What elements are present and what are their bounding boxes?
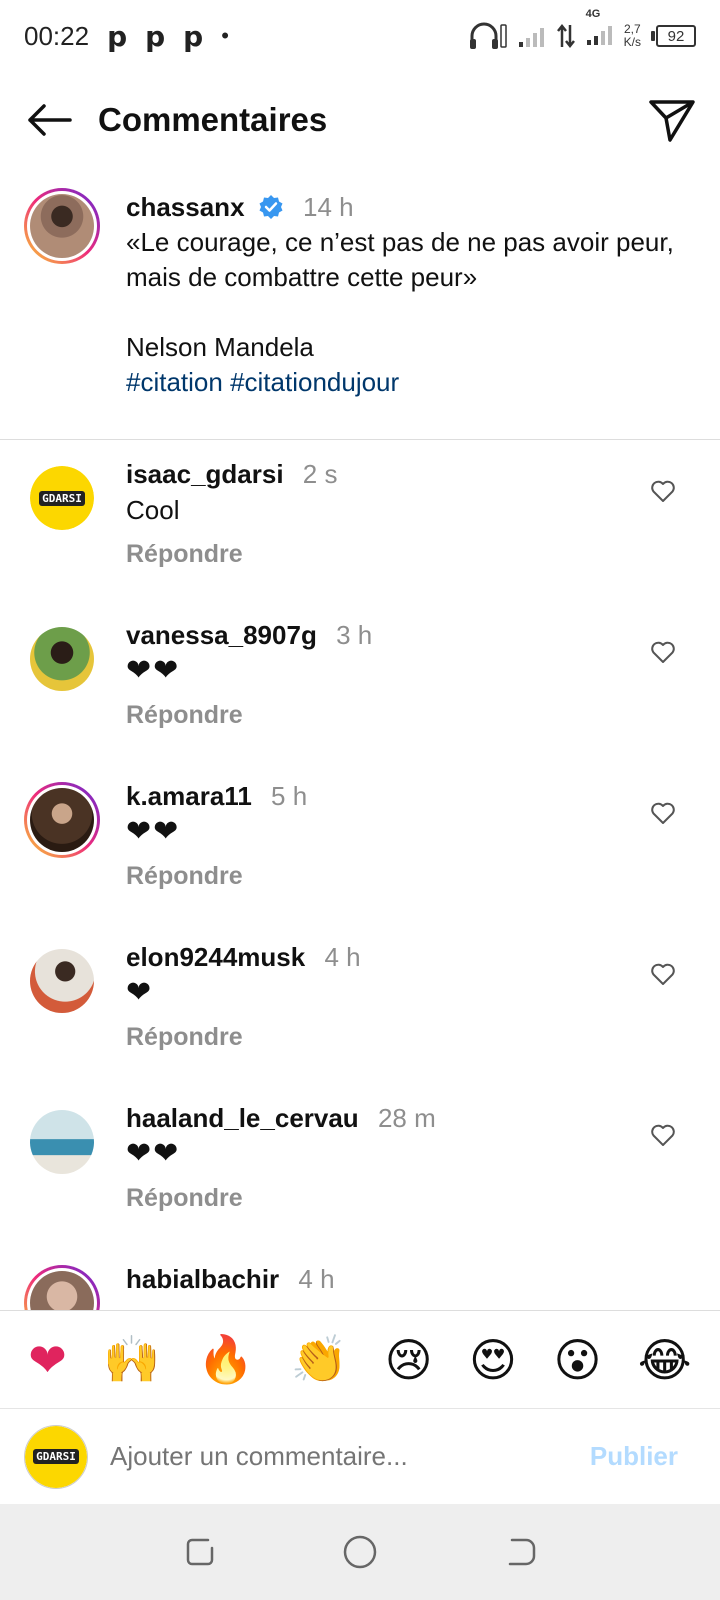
- comment-time: 2 s: [302, 459, 338, 489]
- avatar[interactable]: [24, 782, 100, 858]
- avatar[interactable]: [30, 627, 94, 691]
- emoji-laughing-button[interactable]: 😂: [638, 1333, 692, 1387]
- system-nav-bar: [0, 1504, 720, 1600]
- header: Commentaires: [0, 80, 720, 160]
- post-caption: chassanx 14 h «Le courage, ce n’est pas …: [0, 180, 720, 440]
- comment-time: 4 h: [298, 1264, 335, 1294]
- add-comment-bar: GDARSI Publier: [0, 1408, 720, 1504]
- heart-icon[interactable]: [650, 478, 676, 504]
- avatar[interactable]: GDARSI: [30, 466, 94, 530]
- verified-badge-icon: [259, 195, 283, 219]
- reply-button[interactable]: Répondre: [126, 1180, 626, 1216]
- comment-username[interactable]: k.amara11: [126, 781, 252, 811]
- caption-username[interactable]: chassanx: [126, 192, 245, 222]
- avatar[interactable]: [30, 949, 94, 1013]
- comment-time: 3 h: [336, 620, 373, 650]
- comment-time: 28 m: [377, 1103, 436, 1133]
- heart-icon[interactable]: [650, 639, 676, 665]
- notification-p-icon: p: [107, 19, 128, 53]
- network-type-label: 4G: [585, 7, 601, 20]
- reply-button[interactable]: Répondre: [126, 697, 626, 733]
- comment-text: ❤❤: [126, 814, 181, 849]
- page-title: Commentaires: [98, 101, 328, 138]
- emoji-clap-button[interactable]: 👏: [291, 1332, 348, 1387]
- back-nav-icon[interactable]: [500, 1532, 540, 1572]
- avatar[interactable]: [24, 1265, 100, 1310]
- publish-button[interactable]: Publier: [590, 1441, 678, 1472]
- heart-icon[interactable]: [650, 1122, 676, 1148]
- emoji-fire-button[interactable]: 🔥: [197, 1332, 254, 1387]
- battery-level: 92: [656, 25, 696, 47]
- comment-text: ❤: [126, 975, 154, 1010]
- heart-icon[interactable]: [650, 800, 676, 826]
- emoji-crying-button[interactable]: 😢: [385, 1333, 433, 1387]
- caption-time: 14 h: [303, 192, 354, 222]
- status-time: 00:22: [24, 20, 90, 51]
- signal-bars-icon: [586, 25, 612, 45]
- comment-username[interactable]: isaac_gdarsi: [126, 459, 284, 489]
- comment-input[interactable]: [110, 1441, 590, 1472]
- comment-time: 5 h: [271, 781, 308, 811]
- emoji-raised-hands-button[interactable]: 🙌: [103, 1332, 160, 1387]
- reply-button[interactable]: Répondre: [126, 536, 626, 572]
- comment-item: k.amara11 5 h ❤❤ Répondre: [0, 778, 720, 938]
- comment-item: haaland_le_cervau 28 m ❤❤ Répondre: [0, 1100, 720, 1260]
- comment-item: habialbachir 4 h: [0, 1261, 720, 1310]
- arrow-left-icon: [28, 104, 72, 136]
- comment-item: elon9244musk 4 h ❤ Répondre: [0, 939, 720, 1099]
- caption-author: Nelson Mandela: [126, 332, 314, 362]
- battery-indicator: 92: [651, 25, 696, 47]
- signal-bars-icon: [518, 28, 544, 47]
- emoji-heart-button[interactable]: ❤: [28, 1333, 67, 1387]
- home-icon[interactable]: [340, 1532, 380, 1572]
- emoji-surprised-button[interactable]: 😮: [553, 1333, 601, 1387]
- reply-button[interactable]: Répondre: [126, 858, 626, 894]
- comment-username[interactable]: elon9244musk: [126, 942, 305, 972]
- notification-p-icon: p: [183, 19, 204, 53]
- comment-username[interactable]: haaland_le_cervau: [126, 1103, 359, 1133]
- caption-text: «Le courage, ce n’est pas de ne pas avoi…: [126, 227, 674, 292]
- comment-text: ❤❤: [126, 1136, 181, 1171]
- data-transfer-icon: [556, 23, 575, 49]
- emoji-quick-bar: ❤ 🙌 🔥 👏 😢 😍 😮 😂: [0, 1310, 720, 1408]
- avatar: GDARSI: [24, 1424, 88, 1489]
- comment-text: Cool: [126, 495, 180, 525]
- reply-button[interactable]: Répondre: [126, 1019, 626, 1055]
- back-button[interactable]: [26, 96, 74, 144]
- notification-p-icon: p: [145, 19, 166, 53]
- share-button[interactable]: [648, 96, 696, 144]
- recent-apps-icon[interactable]: [180, 1532, 220, 1572]
- network-speed: 2,7 K/s: [623, 22, 641, 49]
- avatar[interactable]: [30, 1110, 94, 1174]
- comment-time: 4 h: [324, 942, 361, 972]
- caption-hashtags[interactable]: #citation #citationdujour: [126, 365, 696, 400]
- comment-username[interactable]: vanessa_8907g: [126, 620, 317, 650]
- emoji-heart-eyes-button[interactable]: 😍: [469, 1333, 517, 1387]
- comment-username[interactable]: habialbachir: [126, 1264, 279, 1294]
- comment-item: vanessa_8907g 3 h ❤❤ Répondre: [0, 617, 720, 777]
- avatar[interactable]: [24, 188, 100, 264]
- status-bar: 00:22 p p p • 4G 2,7 K/s 92: [0, 0, 720, 72]
- comment-item: GDARSI isaac_gdarsi 2 s Cool Répondre: [0, 456, 720, 616]
- headphones-icon: [469, 22, 507, 49]
- heart-icon[interactable]: [650, 961, 676, 987]
- notification-dot-icon: •: [221, 23, 229, 48]
- comment-text: ❤❤: [126, 653, 181, 688]
- paper-plane-icon: [649, 100, 695, 142]
